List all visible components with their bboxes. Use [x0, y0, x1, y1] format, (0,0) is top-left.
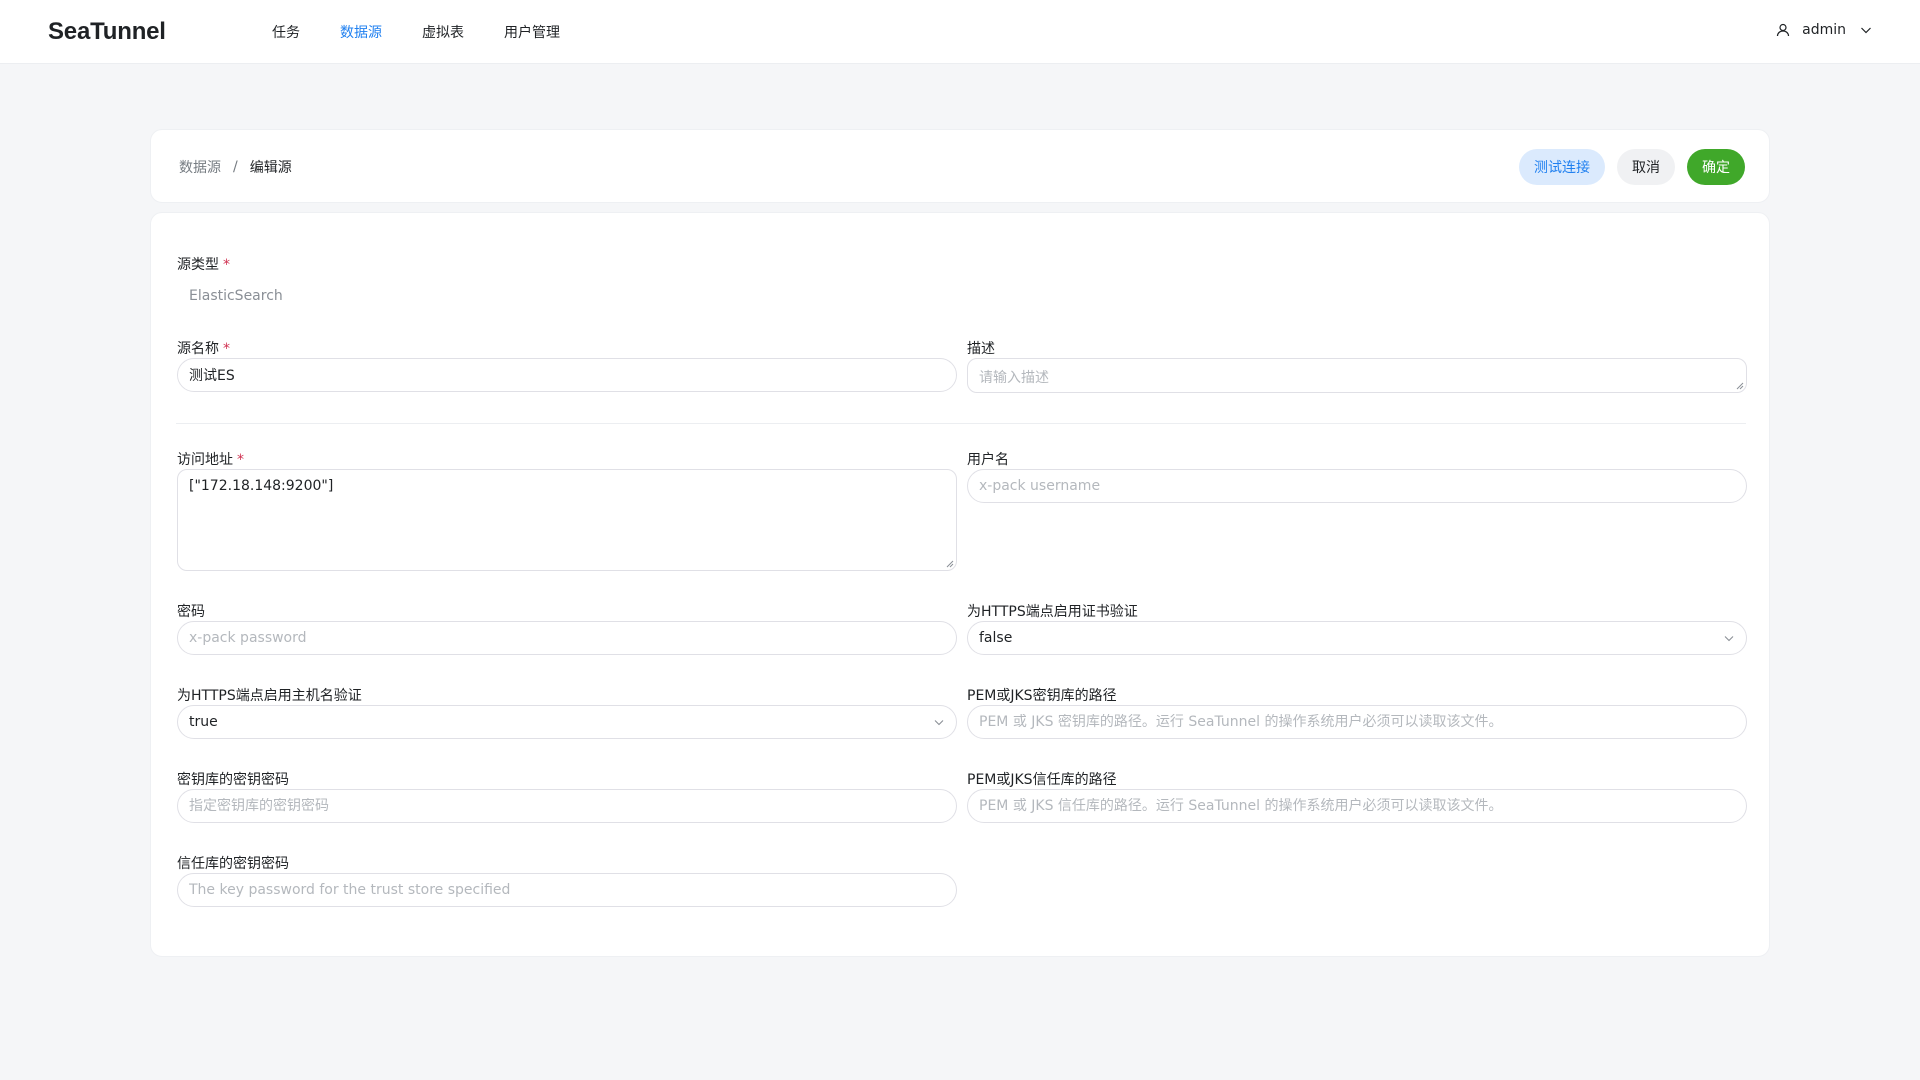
label-tls-keystore-path: PEM或JKS密钥库的路径	[967, 688, 1117, 704]
datasource-form: 源类型* ElasticSearch 源名称* 描述 访问地址* ["172.1…	[150, 212, 1770, 957]
label-hosts: 访问地址 *	[177, 452, 244, 468]
label-tls-verify-certificate: 为HTTPS端点启用证书验证	[967, 604, 1138, 620]
chevron-down-icon	[1724, 636, 1734, 642]
nav-item-tasks[interactable]: 任务	[272, 22, 300, 42]
nav-item-virtual-tables[interactable]: 虚拟表	[422, 22, 464, 42]
resize-handle-icon[interactable]	[1736, 382, 1744, 390]
description-input-wrap	[967, 358, 1747, 393]
breadcrumb-separator: /	[233, 159, 238, 175]
source-name-input[interactable]	[189, 367, 945, 383]
hosts-input-wrap: ["172.18.148:9200"]	[177, 469, 957, 571]
tls-verify-certificate-value: false	[979, 630, 1013, 646]
description-input[interactable]	[979, 367, 1735, 392]
user-menu[interactable]: admin	[1776, 0, 1872, 60]
page-header-card: 数据源 / 编辑源 测试连接 取消 确定	[150, 129, 1770, 203]
label-tls-truststore-password: 信任库的密钥密码	[177, 856, 289, 872]
tls-truststore-path-input-wrap	[967, 789, 1747, 823]
section-divider	[176, 423, 1746, 424]
required-mark: *	[223, 341, 230, 357]
user-icon	[1776, 23, 1790, 37]
password-input[interactable]	[189, 630, 945, 646]
tls-truststore-password-input-wrap	[177, 873, 957, 907]
required-mark: *	[237, 452, 244, 468]
tls-keystore-path-input[interactable]	[979, 714, 1735, 730]
test-connection-button[interactable]: 测试连接	[1519, 149, 1605, 185]
tls-keystore-path-input-wrap	[967, 705, 1747, 739]
label-username: 用户名	[967, 452, 1009, 468]
tls-verify-hostname-value: true	[189, 714, 218, 730]
label-source-type: 源类型 *	[177, 257, 230, 273]
app-logo[interactable]: SeaTunnel	[48, 18, 166, 46]
user-name: admin	[1802, 22, 1846, 38]
cancel-button[interactable]: 取消	[1617, 149, 1675, 185]
label-source-name: 源名称 *	[177, 341, 230, 357]
source-type-value: ElasticSearch	[189, 288, 283, 304]
password-input-wrap	[177, 621, 957, 655]
label-tls-keystore-password: 密钥库的密钥密码	[177, 772, 289, 788]
tls-keystore-password-input[interactable]	[189, 798, 945, 814]
tls-verify-hostname-select[interactable]: true	[177, 705, 957, 739]
username-input[interactable]	[979, 478, 1735, 494]
tls-truststore-path-input[interactable]	[979, 798, 1735, 814]
confirm-button[interactable]: 确定	[1687, 149, 1745, 185]
nav-item-datasource[interactable]: 数据源	[340, 22, 382, 42]
source-name-input-wrap	[177, 358, 957, 392]
breadcrumb-current: 编辑源	[249, 160, 292, 176]
action-bar: 测试连接 取消 确定	[1507, 149, 1745, 185]
chevron-down-icon	[934, 720, 944, 726]
chevron-down-icon	[1860, 24, 1872, 36]
label-tls-verify-hostname: 为HTTPS端点启用主机名验证	[177, 688, 362, 704]
required-mark: *	[223, 257, 230, 273]
label-password: 密码	[177, 604, 205, 620]
nav-item-user-management[interactable]: 用户管理	[504, 22, 560, 42]
breadcrumb-datasource[interactable]: 数据源	[179, 157, 221, 177]
resize-handle-icon[interactable]	[946, 560, 954, 568]
tls-truststore-password-input[interactable]	[189, 882, 945, 898]
main-nav: 任务 数据源 虚拟表 用户管理	[272, 0, 600, 64]
label-tls-truststore-path: PEM或JKS信任库的路径	[967, 772, 1117, 788]
tls-verify-certificate-select[interactable]: false	[967, 621, 1747, 655]
top-header: SeaTunnel 任务 数据源 虚拟表 用户管理 admin	[0, 0, 1920, 64]
label-description: 描述	[967, 341, 995, 357]
breadcrumb: 数据源 / 编辑源	[179, 130, 292, 204]
username-input-wrap	[967, 469, 1747, 503]
hosts-input[interactable]: ["172.18.148:9200"]	[189, 478, 945, 570]
tls-keystore-password-input-wrap	[177, 789, 957, 823]
